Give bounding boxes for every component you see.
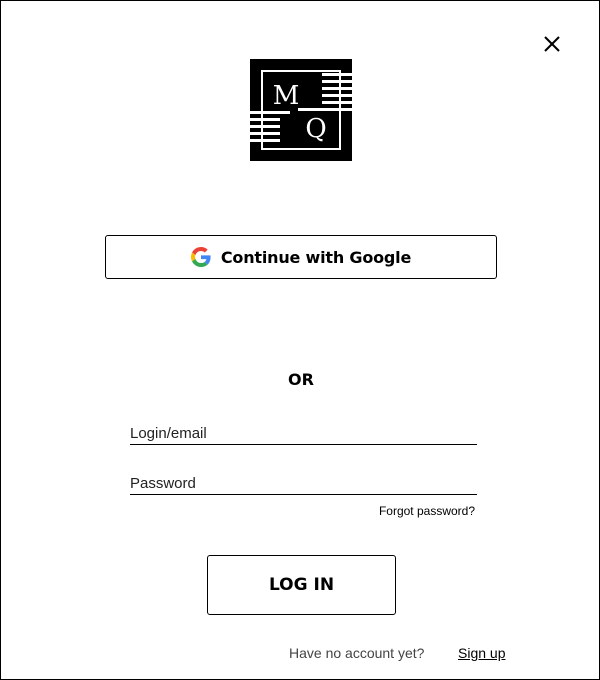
continue-with-google-button[interactable]: Continue with Google <box>105 235 497 279</box>
password-input[interactable] <box>130 473 477 495</box>
google-button-label: Continue with Google <box>220 247 412 267</box>
login-modal: M Q Continue with Google OR Forgot passw… <box>0 0 600 680</box>
close-icon <box>544 36 560 52</box>
no-account-prompt: Have no account yet? <box>289 645 425 661</box>
logo-letter-m: M <box>273 81 300 111</box>
forgot-password-link[interactable]: Forgot password? <box>379 504 475 518</box>
close-button[interactable] <box>541 33 563 55</box>
google-g-icon <box>190 247 211 267</box>
log-in-button[interactable]: LOG IN <box>207 555 396 615</box>
login-email-input[interactable] <box>130 423 477 445</box>
or-divider: OR <box>288 370 314 389</box>
sign-up-link[interactable]: Sign up <box>458 645 505 661</box>
mq-logo: M Q <box>250 59 352 161</box>
logo-letter-q: Q <box>305 114 326 144</box>
